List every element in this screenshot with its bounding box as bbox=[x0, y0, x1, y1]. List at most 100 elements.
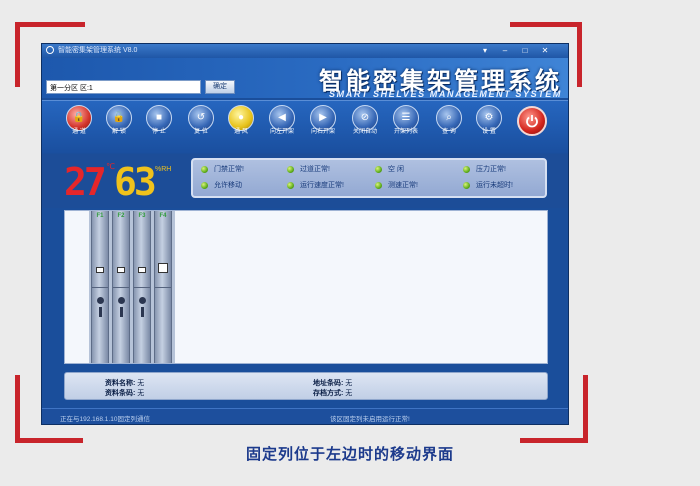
zone-input[interactable]: 第一分区 区:1 bbox=[46, 80, 201, 94]
shelf-slot bbox=[99, 307, 102, 317]
shelf-column[interactable]: F4 bbox=[154, 211, 172, 363]
shelf-column[interactable]: F3 bbox=[133, 211, 151, 363]
corner-bracket-tl bbox=[15, 22, 20, 87]
shelf-view: F1 F2 F3 F4 bbox=[64, 210, 548, 364]
figure-caption: 固定列位于左边时的移动界面 bbox=[245, 446, 454, 463]
corner-bracket-br bbox=[583, 375, 588, 443]
status-item: 运行未超时! bbox=[463, 180, 513, 190]
status-item-label: 测速正常! bbox=[388, 182, 418, 189]
toolbar-button-label: 停 止 bbox=[152, 129, 166, 135]
info-barcode: 资料条码: 无 bbox=[105, 390, 145, 397]
status-bar: 正在与192.168.1.10固定列通信 该区固定列未启用运行正常! bbox=[42, 408, 568, 424]
corner-bracket-tr bbox=[510, 22, 582, 27]
status-item: 运行速度正常! bbox=[287, 180, 344, 190]
window-title: 智能密集架管理系统 V8.0 bbox=[58, 47, 138, 54]
shelf-window bbox=[138, 267, 146, 273]
toolbar-button-9[interactable]: ☰ 开架列表 bbox=[391, 105, 421, 135]
toolbar-button-label: 解 锁 bbox=[112, 129, 126, 135]
corner-bracket-tl bbox=[15, 22, 85, 27]
menu-button[interactable]: ▾ bbox=[478, 46, 492, 56]
status-item: 门禁正常! bbox=[201, 164, 244, 174]
status-item-label: 运行未超时! bbox=[476, 182, 513, 189]
shelf-window bbox=[158, 263, 168, 273]
status-item-label: 空 闲 bbox=[388, 166, 404, 173]
toolbar-button-label: 开架列表 bbox=[393, 129, 418, 135]
status-item-label: 运行速度正常! bbox=[300, 182, 344, 189]
humidity-unit: %RH bbox=[155, 166, 172, 173]
zone-confirm-button[interactable]: 确定 bbox=[205, 80, 235, 94]
shelf-handle-icon bbox=[118, 297, 125, 304]
toolbar-button-label: 复 位 bbox=[194, 129, 208, 135]
shelf-mid bbox=[92, 287, 108, 288]
status-right: 该区固定列未启用运行正常! bbox=[330, 416, 410, 423]
app-window: 智能密集架管理系统 V8.0 ▾ – □ ✕ 智能密集架管理系统 SMART S… bbox=[41, 43, 569, 425]
status-item-label: 门禁正常! bbox=[214, 166, 244, 173]
shelf-column[interactable]: F1 bbox=[91, 211, 109, 363]
toolbar-button-3[interactable]: ■ 停 止 bbox=[144, 105, 174, 135]
status-item: 测速正常! bbox=[375, 180, 418, 190]
status-led-icon bbox=[375, 165, 382, 173]
shelf-label: F3 bbox=[138, 213, 146, 219]
title-bar: 智能密集架管理系统 V8.0 ▾ – □ ✕ bbox=[42, 44, 568, 58]
toolbar-button-5[interactable]: ● 通 风 bbox=[226, 105, 256, 135]
toolbar-button-4[interactable]: ↺ 复 位 bbox=[186, 105, 216, 135]
shelf-window bbox=[96, 267, 104, 273]
close-button[interactable]: ✕ bbox=[538, 46, 552, 56]
status-item: 压力正常! bbox=[463, 164, 506, 174]
toolbar-button-label: 设 置 bbox=[482, 129, 496, 135]
status-led-icon bbox=[463, 165, 470, 173]
status-led-icon bbox=[287, 165, 294, 173]
info-storage: 存档方式: 无 bbox=[313, 390, 353, 397]
info-bar: 资料名称: 无 资料条码: 无 地址条码: 无 存档方式: 无 bbox=[64, 372, 548, 400]
toolbar-button-8[interactable]: ⊘ 关闭自动 bbox=[350, 105, 380, 135]
status-item: 允许移动 bbox=[201, 180, 242, 190]
shelf-slot bbox=[141, 307, 144, 317]
shelf-mid bbox=[155, 287, 171, 288]
shelf-column[interactable]: F2 bbox=[112, 211, 130, 363]
shelf-mid bbox=[113, 287, 129, 288]
toolbar-button-label: 通 风 bbox=[234, 129, 248, 135]
toolbar-button-label: 关闭自动 bbox=[352, 129, 377, 135]
toolbar-button-1[interactable]: 🔒 通 道 bbox=[64, 105, 94, 135]
status-led-icon bbox=[201, 165, 208, 173]
toolbar-button-10[interactable]: ⌕ 查 询 bbox=[434, 105, 464, 135]
shelf-handle-icon bbox=[97, 297, 104, 304]
status-band: 27 ℃ 63 %RH 门禁正常! 过道正常! 空 闲压力正常! 允许移动 运行速度正常… bbox=[42, 154, 568, 208]
shelf-window bbox=[117, 267, 125, 273]
status-item-label: 允许移动 bbox=[214, 182, 242, 189]
toolbar-button-label: 向右开架 bbox=[310, 129, 335, 135]
status-item-label: 过道正常! bbox=[300, 166, 330, 173]
status-led-icon bbox=[375, 181, 382, 189]
toolbar-button-label: 通 道 bbox=[72, 129, 86, 135]
maximize-button[interactable]: □ bbox=[518, 46, 532, 56]
corner-bracket-bl bbox=[15, 375, 20, 443]
status-left: 正在与192.168.1.10固定列通信 bbox=[60, 416, 150, 423]
shelf-slot bbox=[120, 307, 123, 317]
toolbar-button-7[interactable]: ▶ 向右开架 bbox=[308, 105, 338, 135]
toolbar: 🔒 通 道 🔓 解 锁 ■ 停 止 ↺ 复 位 ● 通 风 ◀ 向左开架 ▶ 向右开架 ⊘ 关闭自动 ☰ 开架列表… bbox=[42, 100, 568, 153]
status-led-icon bbox=[201, 181, 208, 189]
toolbar-button-label: 向左开架 bbox=[269, 129, 294, 135]
status-item: 过道正常! bbox=[287, 164, 330, 174]
toolbar-button-11[interactable]: ⚙ 设 置 bbox=[474, 105, 504, 135]
status-led-icon bbox=[463, 181, 470, 189]
toolbar-button-6[interactable]: ◀ 向左开架 bbox=[267, 105, 297, 135]
app-icon bbox=[46, 46, 54, 54]
humidity-readout: 63 bbox=[114, 160, 157, 204]
corner-bracket-tr bbox=[577, 22, 582, 87]
power-icon[interactable] bbox=[517, 106, 547, 136]
shelf-group: F1 F2 F3 F4 bbox=[89, 211, 175, 363]
status-item: 空 闲 bbox=[375, 164, 404, 174]
temperature-readout: 27 bbox=[64, 160, 107, 204]
shelf-label: F4 bbox=[159, 213, 167, 219]
status-item-label: 压力正常! bbox=[476, 166, 506, 173]
toolbar-button-2[interactable]: 🔓 解 锁 bbox=[104, 105, 134, 135]
shelf-label: F2 bbox=[117, 213, 125, 219]
minimize-button[interactable]: – bbox=[498, 46, 512, 56]
shelf-handle-icon bbox=[139, 297, 146, 304]
shelf-label: F1 bbox=[96, 213, 104, 219]
logo-subtitle: SMART SHELVES MANAGEMENT SYSTEM bbox=[329, 89, 562, 99]
info-name: 资料名称: 无 bbox=[105, 380, 145, 387]
status-led-icon bbox=[287, 181, 294, 189]
toolbar-button-label: 查 询 bbox=[442, 129, 456, 135]
